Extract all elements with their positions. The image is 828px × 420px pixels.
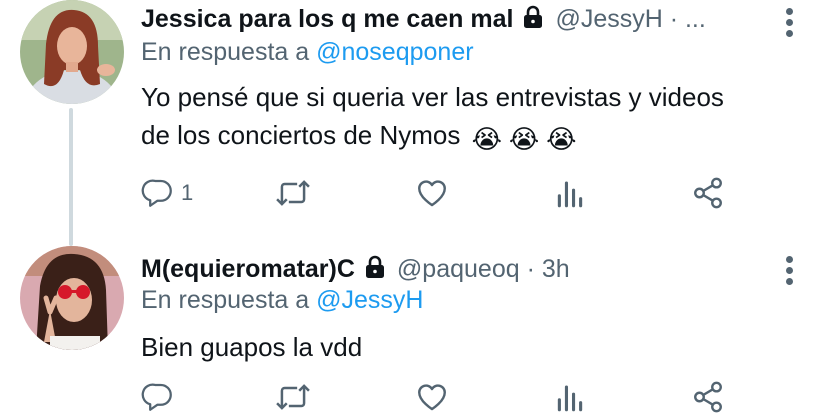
- replying-to: En respuesta a @noseqponer: [141, 38, 474, 67]
- tweet-header: Jessica para los q me caen mal @JessyH ·…: [141, 4, 706, 34]
- analytics-icon: [553, 380, 587, 414]
- like-button[interactable]: [415, 176, 449, 210]
- reply-icon: [141, 176, 175, 210]
- tweet-actions: [141, 380, 741, 420]
- share-button[interactable]: [691, 380, 725, 414]
- tweet-2[interactable]: M(equieromatar)C @paqueoq · 3h En respue…: [0, 246, 828, 420]
- heart-icon: [415, 176, 449, 210]
- retweet-icon: [275, 380, 311, 414]
- heart-icon: [415, 380, 449, 414]
- replying-to: En respuesta a @JessyH: [141, 286, 423, 315]
- crying-face-emoji: 😭: [508, 124, 540, 154]
- handle-and-time: @paqueoq · 3h: [396, 254, 570, 283]
- tweet-text-line: de los conciertos de Nymos: [141, 120, 461, 150]
- share-button[interactable]: [691, 176, 725, 210]
- share-icon: [691, 380, 725, 414]
- retweet-button[interactable]: [275, 176, 311, 210]
- reply-mention-link[interactable]: @noseqponer: [316, 38, 473, 66]
- reply-icon: [141, 380, 175, 414]
- reply-prefix: En respuesta a: [141, 286, 310, 314]
- like-button[interactable]: [415, 380, 449, 414]
- more-options-icon[interactable]: [786, 256, 794, 289]
- reply-button[interactable]: [141, 380, 175, 414]
- views-button[interactable]: [553, 176, 587, 210]
- tweet-actions: 1: [141, 176, 741, 216]
- analytics-icon: [553, 176, 587, 210]
- reply-button[interactable]: 1: [141, 176, 193, 210]
- reply-count: 1: [181, 180, 194, 205]
- lock-icon: [363, 255, 387, 284]
- share-icon: [691, 176, 725, 210]
- display-name[interactable]: M(equieromatar)C: [141, 255, 355, 284]
- tweet-header: M(equieromatar)C @paqueoq · 3h: [141, 254, 570, 284]
- views-button[interactable]: [553, 380, 587, 414]
- lock-icon: [521, 5, 545, 34]
- tweet-text: Yo pensé que si queria ver las entrevist…: [141, 78, 724, 154]
- reply-prefix: En respuesta a: [141, 38, 310, 66]
- tweet-text: Bien guapos la vdd: [141, 328, 362, 366]
- retweet-icon: [275, 176, 311, 210]
- crying-face-emoji: 😭: [546, 124, 577, 154]
- tweet-1[interactable]: Jessica para los q me caen mal @JessyH ·…: [0, 0, 828, 236]
- retweet-button[interactable]: [275, 380, 311, 414]
- avatar[interactable]: [20, 0, 124, 104]
- tweet-text-line: Bien guapos la vdd: [141, 332, 363, 362]
- avatar[interactable]: [20, 246, 124, 350]
- display-name[interactable]: Jessica para los q me caen mal: [141, 5, 513, 34]
- reply-mention-link[interactable]: @JessyH: [316, 286, 423, 314]
- crying-face-emoji: 😭: [471, 124, 502, 154]
- tweet-text-line: Yo pensé que si queria ver las entrevist…: [141, 82, 724, 112]
- handle-and-time: @JessyH · ...: [555, 4, 706, 33]
- more-options-icon[interactable]: [786, 8, 794, 41]
